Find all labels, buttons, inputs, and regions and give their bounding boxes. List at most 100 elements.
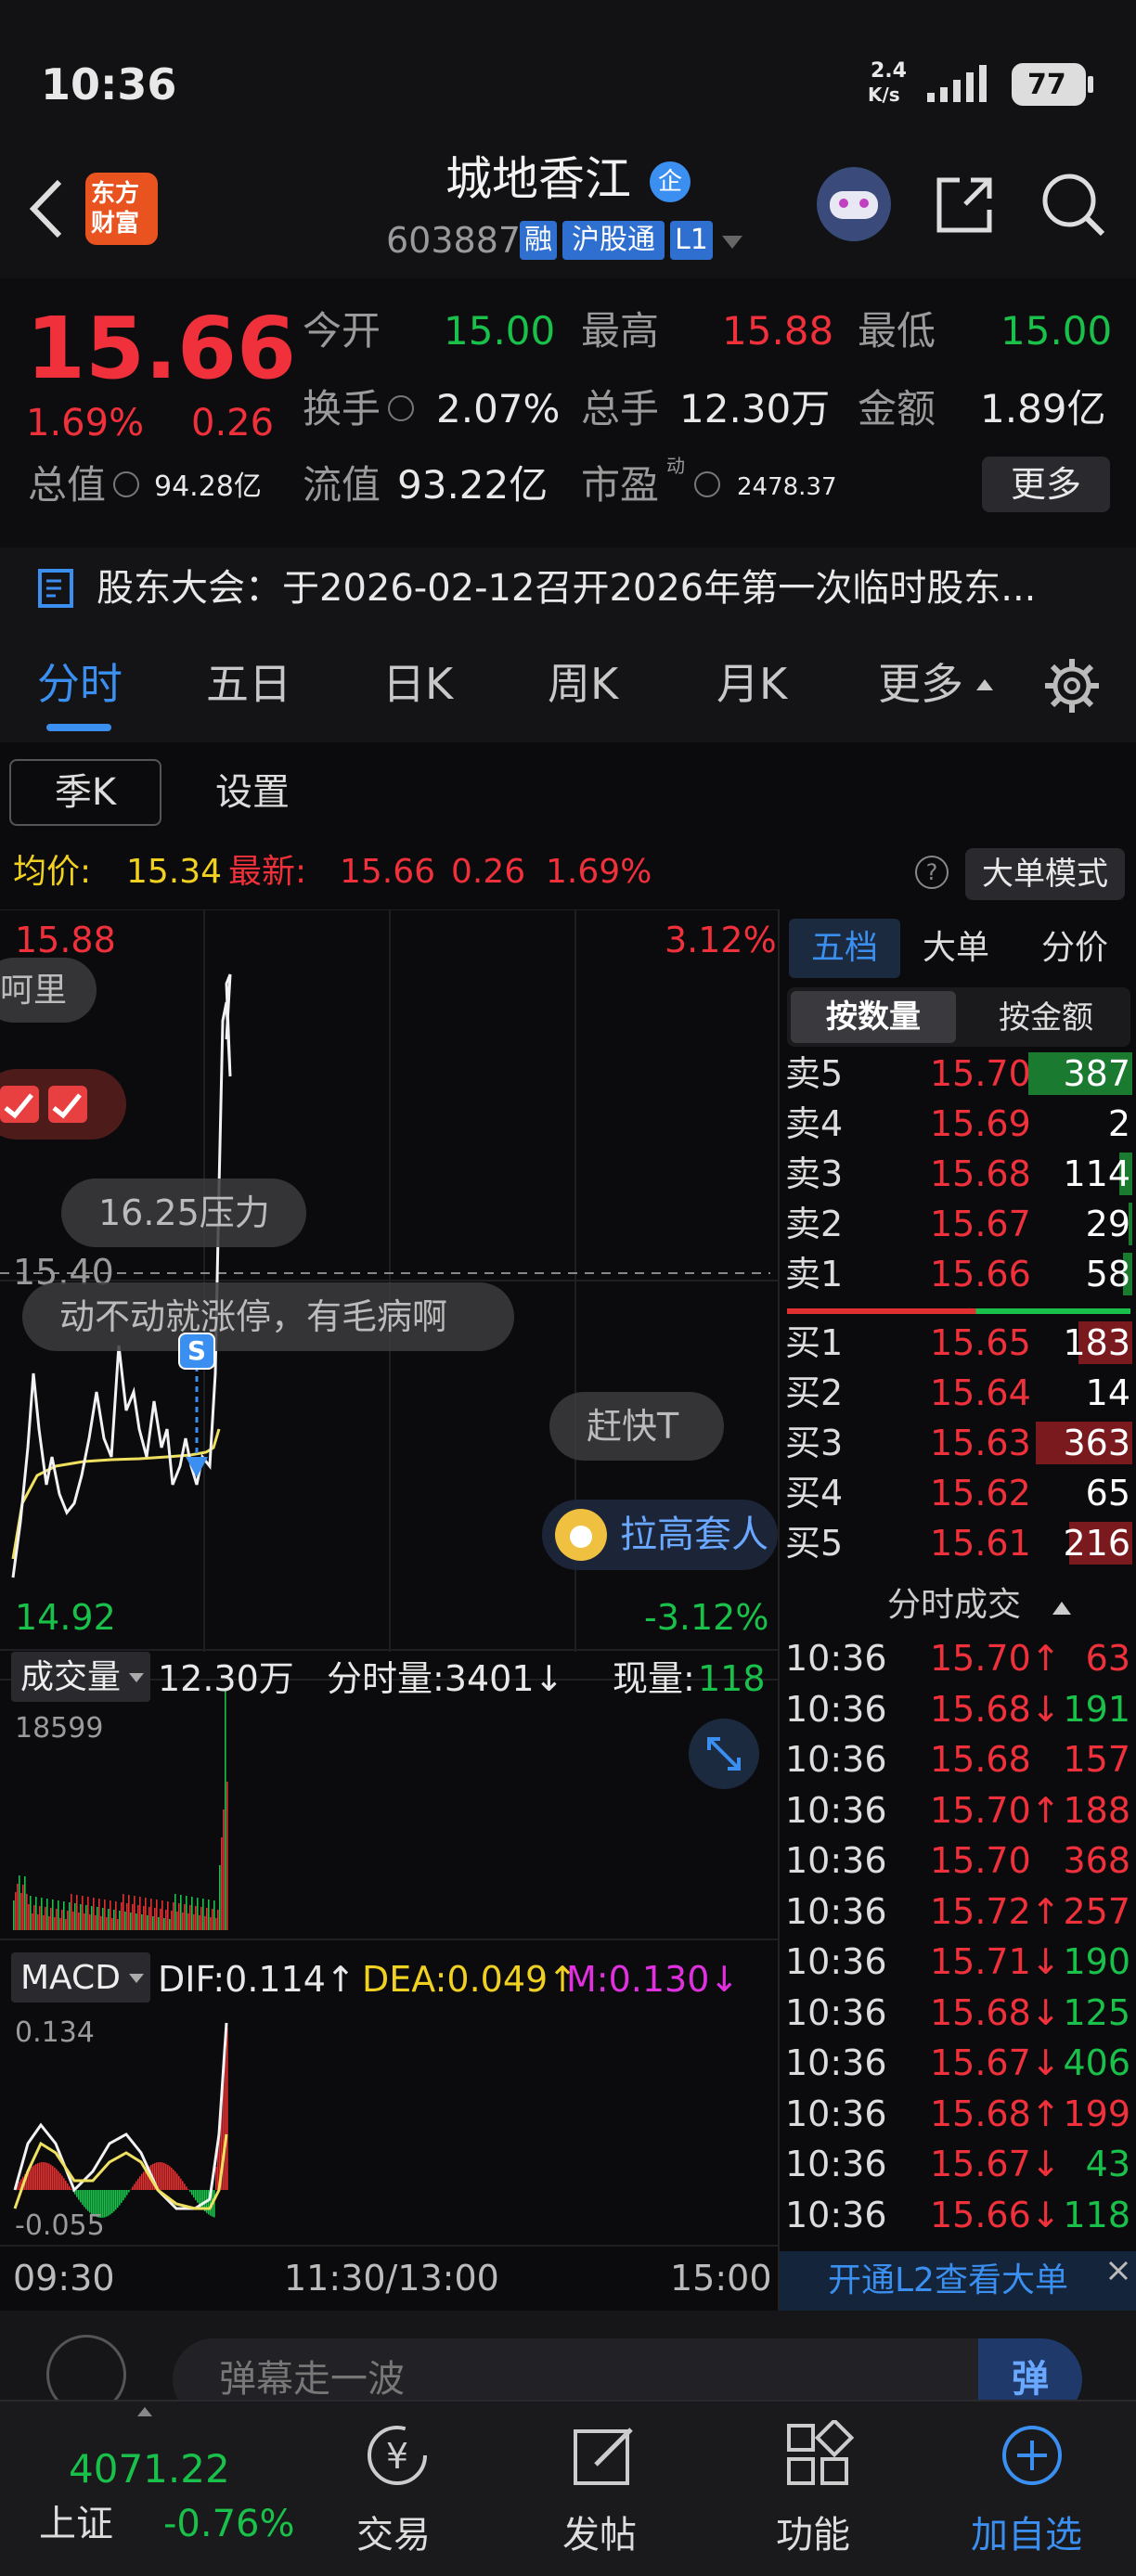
volume-bar bbox=[113, 1910, 115, 1930]
expand-chart-icon[interactable] bbox=[689, 1719, 759, 1789]
tab-five-levels[interactable]: 五档 bbox=[789, 919, 900, 978]
status-time: 10:36 bbox=[41, 59, 177, 109]
volume-bar bbox=[186, 1896, 187, 1930]
big-order-mode-button[interactable]: 大单模式 bbox=[965, 848, 1125, 900]
vol-total: 12.30万 bbox=[158, 1658, 294, 1699]
trade-row[interactable]: 10:36 15.68↑ 199 bbox=[780, 2089, 1136, 2139]
level-price: 15.68 bbox=[930, 1153, 1031, 1194]
order-level-row[interactable]: 卖3 15.68 114 bbox=[780, 1149, 1136, 1199]
tab-month-k[interactable]: 月K bbox=[716, 663, 787, 705]
volume-bar bbox=[26, 1894, 28, 1930]
order-level-row[interactable]: 买1 15.65 183 bbox=[780, 1318, 1136, 1368]
back-arrow-icon[interactable] bbox=[26, 176, 67, 241]
notice-bar[interactable]: 股东大会：于2026-02-12召开2026年第一次临时股东... bbox=[0, 547, 1136, 631]
tab-big-orders[interactable]: 大单 bbox=[923, 932, 989, 965]
trade-row[interactable]: 10:36 15.68 157 bbox=[780, 1734, 1136, 1784]
nav-trade[interactable]: ¥ 交易 bbox=[345, 2416, 449, 2565]
danmaku-bubble[interactable]: 赶快T bbox=[549, 1392, 724, 1461]
trade-row[interactable]: 10:36 15.66↓ 118 bbox=[780, 2190, 1136, 2240]
more-button[interactable]: 更多 bbox=[982, 457, 1110, 512]
nav-add-watchlist[interactable]: 加自选 bbox=[962, 2416, 1101, 2565]
quarter-k-button[interactable]: 季K bbox=[9, 759, 161, 826]
share-icon[interactable] bbox=[932, 173, 997, 238]
ask-levels: 卖5 15.70 387 卖4 15.69 2 卖3 15.68 114 卖2 15.67 29 卖1 1… bbox=[780, 1049, 1136, 1299]
macd-bar bbox=[61, 2175, 63, 2190]
trade-row[interactable]: 10:36 15.68↓ 191 bbox=[780, 1684, 1136, 1734]
tab-intraday[interactable]: 分时 bbox=[37, 663, 123, 705]
trade-row[interactable]: 10:36 15.70↑ 63 bbox=[780, 1633, 1136, 1683]
volume-indicator-select[interactable]: 成交量 bbox=[11, 1652, 150, 1702]
dropdown-triangle-icon[interactable] bbox=[720, 234, 744, 251]
trade-time: 10:36 bbox=[785, 1789, 887, 1831]
nav-post[interactable]: 发帖 bbox=[551, 2416, 655, 2565]
volume-bar bbox=[221, 1837, 223, 1930]
tab-five-day[interactable]: 五日 bbox=[206, 663, 291, 705]
nav-trade-label: 交易 bbox=[356, 2514, 431, 2557]
trade-row[interactable]: 10:36 15.70 368 bbox=[780, 1835, 1136, 1886]
search-icon[interactable] bbox=[1039, 171, 1106, 238]
order-level-row[interactable]: 卖5 15.70 387 bbox=[780, 1049, 1136, 1099]
trade-row[interactable]: 10:36 15.67↓ 406 bbox=[780, 2038, 1136, 2088]
volume-bar bbox=[167, 1901, 169, 1930]
settings-link[interactable]: 设置 bbox=[215, 774, 290, 811]
trade-row[interactable]: 10:36 15.68↓ 125 bbox=[780, 1988, 1136, 2038]
logo-text-1: 东方 bbox=[91, 180, 140, 208]
pe-sup: 动 bbox=[666, 455, 685, 477]
trade-row[interactable]: 10:36 15.71↓ 190 bbox=[780, 1937, 1136, 1987]
tab-price-dist[interactable]: 分价 bbox=[1041, 932, 1108, 965]
promo-bubble[interactable]: 拉高套人 bbox=[542, 1500, 778, 1570]
order-level-row[interactable]: 买3 15.63 363 bbox=[780, 1418, 1136, 1468]
avg-price-bar: 均价: 15.34 最新: 15.66 0.26 1.69% ? 大单模式 bbox=[0, 835, 1136, 909]
info-dots-icon[interactable] bbox=[388, 395, 414, 421]
nav-functions-label: 功能 bbox=[776, 2514, 850, 2557]
trade-price: 15.68↓ bbox=[930, 1688, 1061, 1730]
info-dots-icon[interactable] bbox=[694, 471, 720, 497]
volume-bar bbox=[115, 1901, 117, 1930]
info-dots-icon[interactable] bbox=[113, 471, 139, 497]
order-level-row[interactable]: 卖4 15.69 2 bbox=[780, 1099, 1136, 1149]
macd-indicator-select[interactable]: MACD bbox=[11, 1952, 150, 2003]
danmaku-bubble[interactable]: 动不动就涨停，有毛病啊 bbox=[22, 1282, 514, 1351]
l2-banner[interactable]: 开通L2查看大单 bbox=[780, 2251, 1136, 2311]
order-level-row[interactable]: 买4 15.62 65 bbox=[780, 1468, 1136, 1518]
help-icon[interactable]: ? bbox=[915, 856, 949, 889]
ai-robot-icon[interactable] bbox=[817, 167, 891, 241]
qty-amount-toggle: 按数量 按金额 bbox=[787, 987, 1130, 1047]
macd-bar bbox=[39, 2162, 41, 2190]
tab-day-k[interactable]: 日K bbox=[382, 663, 453, 705]
trade-row[interactable]: 10:36 15.72↑ 257 bbox=[780, 1887, 1136, 1937]
eastmoney-logo[interactable]: 东方 财富 bbox=[85, 173, 158, 245]
trade-qty: 190 bbox=[1063, 1941, 1130, 1982]
order-level-row[interactable]: 买2 15.64 14 bbox=[780, 1368, 1136, 1418]
macd-bar bbox=[195, 2190, 197, 2200]
sell-marker[interactable]: S bbox=[178, 1333, 215, 1370]
index-name[interactable]: 上证 bbox=[39, 2505, 113, 2543]
trade-qty: 188 bbox=[1063, 1789, 1130, 1831]
trade-price: 15.66↓ bbox=[930, 2194, 1061, 2235]
index-pct[interactable]: -0.76% bbox=[163, 2505, 295, 2543]
tab-week-k[interactable]: 周K bbox=[548, 663, 618, 705]
macd-bar bbox=[58, 2170, 59, 2190]
close-icon[interactable] bbox=[1104, 2257, 1132, 2285]
order-level-row[interactable]: 卖1 15.66 58 bbox=[780, 1249, 1136, 1299]
volume-bar bbox=[206, 1908, 208, 1930]
trades-list[interactable]: 10:36 15.70↑ 63 10:36 15.68↓ 191 10:36 15.68 157… bbox=[780, 1633, 1136, 2246]
tab-more[interactable]: 更多 bbox=[878, 663, 963, 705]
macd-m: M:0.130↓ bbox=[566, 1959, 740, 2000]
danmaku-emoji-bubble[interactable] bbox=[0, 1069, 126, 1140]
by-quantity-button[interactable]: 按数量 bbox=[791, 991, 956, 1043]
danmaku-bubble[interactable]: 16.25压力 bbox=[61, 1179, 306, 1247]
nav-functions[interactable]: 功能 bbox=[765, 2416, 869, 2565]
danmaku-bubble[interactable]: 呵里 bbox=[0, 958, 97, 1023]
by-amount-button[interactable]: 按金额 bbox=[999, 1002, 1093, 1034]
order-level-row[interactable]: 买5 15.61 216 bbox=[780, 1518, 1136, 1568]
trades-title[interactable]: 分时成交 bbox=[887, 1589, 1021, 1622]
index-value[interactable]: 4071.22 bbox=[69, 2450, 230, 2489]
intraday-chart-panel[interactable]: 15.88 3.12% 15.40 14.92 -3.12% 呵里 16.25压… bbox=[0, 909, 778, 2311]
trade-row[interactable]: 10:36 15.67↓ 43 bbox=[780, 2139, 1136, 2189]
volume-bar bbox=[169, 1919, 171, 1930]
trade-row[interactable]: 10:36 15.70↑ 188 bbox=[780, 1785, 1136, 1835]
order-level-row[interactable]: 卖2 15.67 29 bbox=[780, 1199, 1136, 1249]
gear-icon[interactable] bbox=[1043, 657, 1101, 715]
macd-bar bbox=[171, 2168, 173, 2190]
